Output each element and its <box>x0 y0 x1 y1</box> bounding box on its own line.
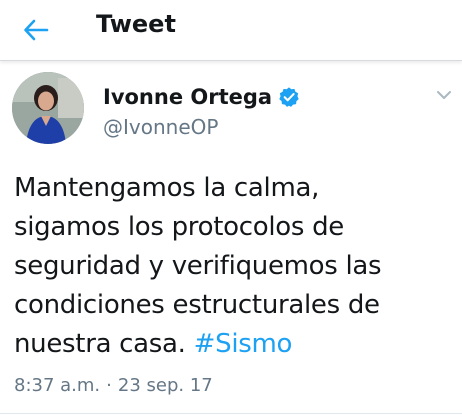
hashtag-link[interactable]: #Sismo <box>194 329 293 359</box>
tweet-text-line: Mantengamos la calma, <box>14 173 320 203</box>
tweet-time: 8:37 a.m. <box>14 375 101 396</box>
tweet-menu-button[interactable] <box>432 83 456 107</box>
top-app-bar: Tweet <box>0 0 462 61</box>
tweet-detail: Ivonne Ortega @IvonneOP Mantengamos la c… <box>0 61 462 416</box>
author-display-name[interactable]: Ivonne Ortega <box>103 84 272 110</box>
tweet-date: 23 sep. 17 <box>117 375 213 396</box>
tweet-text-line: condiciones estructurales de <box>14 290 380 320</box>
author-handle[interactable]: @IvonneOP <box>103 115 218 139</box>
verified-badge-icon <box>279 87 299 107</box>
arrow-left-icon <box>24 19 49 41</box>
tweet-text: Mantengamos la calma, sigamos los protoc… <box>14 169 454 364</box>
author-name-row[interactable]: Ivonne Ortega <box>103 84 300 110</box>
chevron-down-icon <box>437 91 451 99</box>
tweet-text-line: sigamos los protocolos de <box>14 212 344 242</box>
divider <box>0 413 462 414</box>
avatar-photo <box>12 72 84 144</box>
meta-separator: · <box>106 375 112 396</box>
tweet-text-line: nuestra casa. <box>14 329 186 359</box>
page-title: Tweet <box>96 10 176 38</box>
avatar[interactable] <box>12 72 84 144</box>
back-button[interactable] <box>14 10 58 50</box>
tweet-text-line: seguridad y verifiquemos las <box>14 251 382 281</box>
tweet-timestamp: 8:37 a.m. · 23 sep. 17 <box>14 374 213 398</box>
